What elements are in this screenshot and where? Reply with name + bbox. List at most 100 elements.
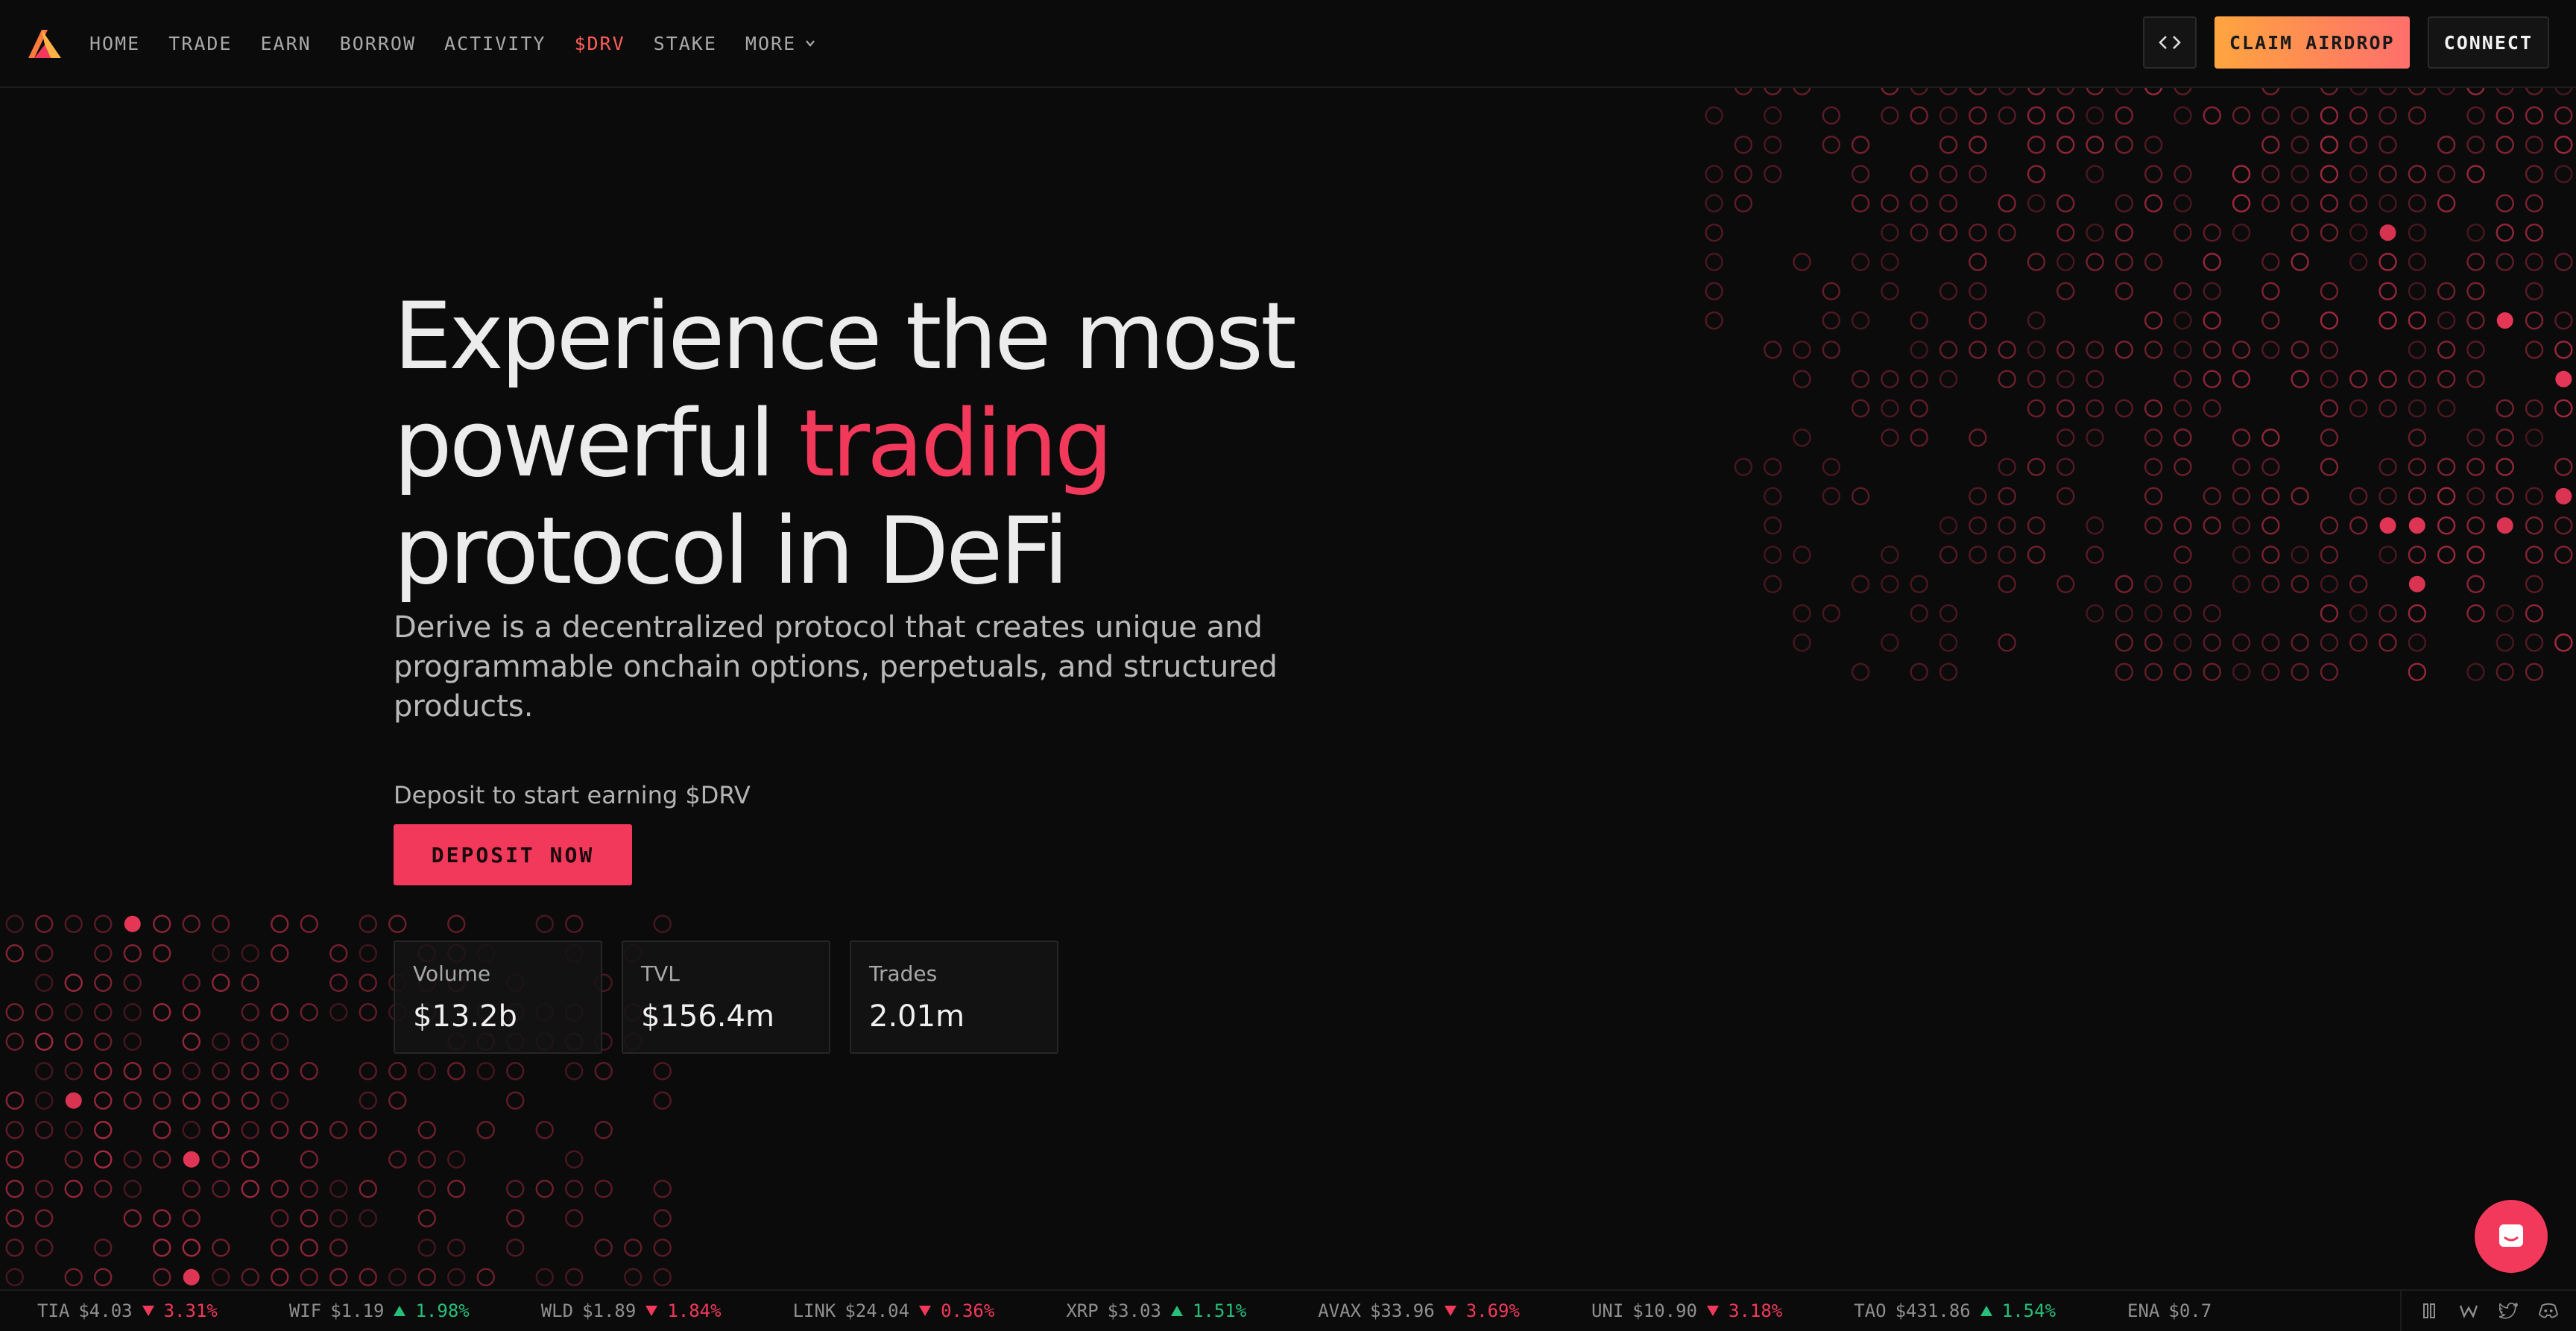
- chat-button[interactable]: [2475, 1200, 2548, 1273]
- pattern-dot: [594, 1121, 613, 1139]
- pattern-dot: [1969, 516, 1987, 535]
- pattern-dot: [359, 1121, 377, 1139]
- pattern-dot: [2408, 458, 2427, 476]
- pattern-dot: [1851, 575, 1870, 593]
- pattern-dot: [1705, 165, 1723, 183]
- nav-more[interactable]: MORE: [745, 33, 817, 54]
- pattern-dot: [2291, 633, 2309, 652]
- pattern-dot: [300, 1062, 318, 1081]
- pattern-dot: [2027, 546, 2046, 564]
- w-icon[interactable]: [2459, 1301, 2478, 1321]
- pattern-dot: [2525, 575, 2544, 593]
- pattern-dot: [1851, 311, 1870, 330]
- pattern-dot: [2144, 663, 2163, 681]
- discord-icon[interactable]: [2539, 1301, 2559, 1321]
- pattern-dot: [5, 1180, 24, 1198]
- pattern-dot: [5, 1209, 24, 1227]
- pattern-dot: [2320, 370, 2339, 388]
- hero: Experience the most powerful trading pro…: [394, 283, 1363, 605]
- dot-pattern-right: [1705, 77, 2573, 681]
- pattern-dot: [2320, 136, 2339, 154]
- stat-value: 2.01m: [869, 999, 965, 1034]
- pattern-dot: [2496, 487, 2514, 506]
- pattern-dot: [1939, 165, 1958, 183]
- pattern-dot: [2378, 633, 2397, 652]
- pattern-dot: [1910, 370, 1928, 388]
- pattern-dot: [64, 1268, 83, 1286]
- pattern-dot: [2056, 194, 2075, 213]
- deposit-now-button[interactable]: DEPOSIT NOW: [394, 824, 632, 885]
- pattern-dot: [506, 1209, 525, 1227]
- nav-stake[interactable]: STAKE: [654, 33, 717, 54]
- pattern-dot: [2291, 546, 2309, 564]
- nav-earn[interactable]: EARN: [260, 33, 311, 54]
- pattern-dot: [2379, 517, 2396, 534]
- pattern-dot: [2525, 633, 2544, 652]
- pattern-dot: [2144, 604, 2163, 623]
- pattern-dot: [1998, 341, 2016, 359]
- nav-trade[interactable]: TRADE: [168, 33, 232, 54]
- pattern-dot: [624, 1268, 643, 1286]
- code-button[interactable]: [2142, 16, 2197, 69]
- ticker-items: TIA $4.03 3.31% WIF $1.19 1.98% WLD $1.89 1.84% L…: [37, 1291, 2212, 1331]
- twitter-icon[interactable]: [2498, 1301, 2519, 1321]
- claim-airdrop-button[interactable]: CLAIM AIRDROP: [2214, 16, 2410, 69]
- pattern-dot: [2496, 429, 2514, 447]
- pattern-dot: [1910, 663, 1928, 681]
- pattern-dot: [2291, 194, 2309, 213]
- pattern-dot: [2496, 663, 2514, 681]
- pattern-dot: [1851, 399, 1870, 418]
- nav-borrow[interactable]: BORROW: [340, 33, 416, 54]
- triangle-down-icon: [1707, 1306, 1719, 1316]
- pattern-dot: [2261, 136, 2280, 154]
- pattern-dot: [2408, 575, 2425, 592]
- pattern-dot: [2379, 224, 2396, 241]
- ticker-item: ENA $0.7: [2127, 1300, 2212, 1321]
- connect-button[interactable]: CONNECT: [2427, 16, 2549, 69]
- nav-activity[interactable]: ACTIVITY: [444, 33, 546, 54]
- stat-trades: Trades 2.01m: [850, 940, 1058, 1054]
- pattern-dot: [2086, 546, 2104, 564]
- pattern-dot: [2174, 282, 2192, 300]
- pattern-dot: [2203, 663, 2221, 681]
- pattern-dot: [1998, 458, 2016, 476]
- pattern-dot: [1705, 311, 1723, 330]
- pattern-dot: [2466, 487, 2485, 506]
- ticker-change: 3.69%: [1465, 1300, 1520, 1321]
- pattern-dot: [2144, 194, 2163, 213]
- page: HOME TRADE EARN BORROW ACTIVITY $DRV STA…: [0, 0, 2576, 1331]
- pattern-dot: [64, 1032, 83, 1051]
- mirror-icon[interactable]: [2419, 1301, 2439, 1321]
- pattern-dot: [1881, 253, 1899, 271]
- pattern-dot: [2320, 633, 2339, 652]
- pattern-dot: [1969, 223, 1987, 242]
- pattern-dot: [2496, 312, 2513, 329]
- pattern-dot: [2056, 399, 2075, 418]
- nav-drv[interactable]: $DRV: [574, 33, 625, 54]
- pattern-dot: [2378, 546, 2397, 564]
- pattern-dot: [1822, 341, 1841, 359]
- pattern-dot: [1969, 106, 1987, 125]
- pattern-dot: [271, 1121, 289, 1139]
- ticker-price: $431.86: [1895, 1300, 1971, 1321]
- nav-home[interactable]: HOME: [89, 33, 140, 54]
- pattern-dot: [182, 914, 201, 933]
- triangle-down-icon: [1444, 1306, 1456, 1316]
- pattern-dot: [565, 1209, 584, 1227]
- pattern-dot: [2554, 399, 2573, 418]
- triangle-down-icon: [142, 1306, 154, 1316]
- derive-logo[interactable]: [25, 27, 64, 61]
- pattern-dot: [271, 1091, 289, 1110]
- pattern-dot: [5, 944, 24, 963]
- ticker-item: TIA $4.03 3.31%: [37, 1300, 218, 1321]
- pattern-dot: [2027, 516, 2046, 535]
- pattern-dot: [447, 914, 466, 933]
- pattern-dot: [123, 1150, 142, 1169]
- pattern-dot: [2174, 341, 2192, 359]
- pattern-dot: [2115, 663, 2134, 681]
- ticker-price: $3.03: [1107, 1300, 1161, 1321]
- pattern-dot: [2349, 370, 2368, 388]
- pattern-dot: [2203, 516, 2221, 535]
- pattern-dot: [2466, 429, 2485, 447]
- pattern-dot: [241, 1062, 259, 1081]
